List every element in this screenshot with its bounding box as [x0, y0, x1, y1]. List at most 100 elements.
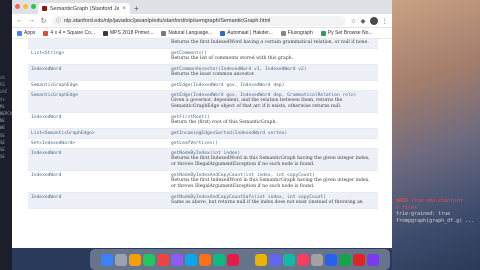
return-type-cell — [28, 39, 168, 49]
bookmark-item[interactable]: 4 x 4 = Square Co... — [43, 30, 95, 36]
method-cell: getLeafVertices() — [168, 138, 378, 149]
return-type-cell: IndexedWord — [28, 170, 168, 193]
return-type-link[interactable]: SemanticGraphEdge — [31, 93, 78, 98]
method-row: SemanticGraphEdge getEdge(IndexedWord gov… — [28, 90, 378, 113]
method-cell: getComments() Returns the list of comment… — [168, 48, 378, 65]
return-type-link[interactable]: IndexedWord — [31, 151, 61, 156]
return-type-link[interactable]: IndexedWord — [31, 67, 61, 72]
bookmark-label: Automaat | Hakder... — [227, 30, 273, 36]
bookmark-item[interactable]: Fluxograph — [280, 30, 313, 36]
zoom-window-button[interactable] — [31, 4, 36, 9]
dock-app-icon[interactable] — [143, 253, 155, 266]
desktop-background — [392, 0, 480, 270]
bookmark-item[interactable]: Natural Language... — [161, 30, 212, 36]
method-row: SemanticGraphEdge getEdge(IndexedWord gov… — [28, 80, 378, 91]
bookmark-favicon-icon — [43, 30, 49, 36]
method-row: Returns the first IndexedWord having a c… — [28, 39, 378, 49]
browser-toolbar: ← → ↻ ⓘ nlp.stanford.edu/nlp/javadoc/jav… — [12, 14, 392, 28]
background-text-line: NEPCh — [0, 111, 12, 117]
method-description: Returns the first IndexedWord having a c… — [171, 40, 369, 45]
return-type-link[interactable]: IndexedWord — [31, 115, 61, 120]
method-cell: getFirstRoot() Return the (first) root of… — [168, 112, 378, 129]
method-row: List<SemanticGraphEdge> getIncomingEdgesS… — [28, 128, 378, 139]
method-signature-link[interactable]: getLeafVertices() — [171, 141, 375, 146]
bookmark-item[interactable]: MPS 2018 Primer... — [103, 30, 153, 36]
method-description: Return the (first) root of this Semantic… — [171, 120, 277, 125]
forward-arrow-icon[interactable]: → — [28, 17, 35, 24]
dock-app-icon[interactable] — [213, 253, 225, 266]
background-text-line: chC — [0, 89, 8, 95]
back-arrow-icon[interactable]: ← — [16, 17, 23, 24]
bookmark-item[interactable]: Apps — [17, 30, 35, 36]
menu-icon[interactable]: ⋮ — [382, 17, 389, 25]
background-text-line: SE — [0, 139, 5, 145]
bookmark-favicon-icon — [280, 30, 286, 36]
close-window-button[interactable] — [15, 4, 20, 9]
star-icon[interactable]: ☆ — [351, 17, 357, 25]
tab-semantic-graph[interactable]: SemanticGraph (Stanford Jav... × — [38, 3, 130, 14]
method-signature-link[interactable]: getIncomingEdgesSorted(IndexedWord verte… — [171, 131, 375, 136]
method-signature-link[interactable]: getEdge(IndexedWord gov, IndexedWord dep… — [171, 83, 375, 88]
method-description: Returns the first IndexedWord in this Se… — [171, 178, 370, 189]
dock-app-icon[interactable] — [185, 253, 197, 266]
new-tab-button[interactable]: + — [134, 3, 139, 14]
dock-app-icon[interactable] — [101, 253, 113, 266]
return-type-link[interactable]: Set<IndexedWord> — [31, 141, 75, 146]
window-controls — [15, 4, 36, 9]
bookmark-item[interactable]: Py Set Browse No... — [320, 30, 373, 36]
dock-app-icon[interactable] — [297, 253, 309, 266]
close-tab-icon[interactable]: × — [122, 6, 126, 12]
return-type-cell: SemanticGraphEdge — [28, 90, 168, 113]
url-text: nlp.stanford.edu/nlp/javadoc/javanlp/edu… — [64, 17, 271, 24]
dock-app-icon[interactable] — [283, 253, 295, 266]
toolbar-icons: ☆ ◆ ⋮ — [351, 16, 389, 25]
method-row: IndexedWord getNodeByIndex(int index) Retu… — [28, 148, 378, 171]
minimize-window-button[interactable] — [23, 4, 28, 9]
reload-icon[interactable]: ↻ — [40, 17, 47, 25]
return-type-cell: List<SemanticGraphEdge> — [28, 128, 168, 139]
profile-avatar[interactable] — [369, 16, 378, 25]
stanford-favicon-icon — [42, 6, 47, 11]
return-type-link[interactable]: List<String> — [31, 51, 64, 56]
dock-app-icon[interactable] — [325, 253, 337, 266]
method-description: Same as above, but returns null if the i… — [171, 200, 363, 205]
return-type-link[interactable]: List<SemanticGraphEdge> — [31, 131, 95, 136]
bookmark-label: Apps — [24, 30, 36, 36]
dock-app-icon[interactable] — [241, 253, 253, 266]
return-type-cell: IndexedWord — [28, 64, 168, 81]
info-icon[interactable]: ⓘ — [56, 17, 61, 24]
dock-app-icon[interactable] — [227, 253, 239, 266]
bookmark-item[interactable]: Automaat | Hakder... — [220, 30, 273, 36]
dock-app-icon[interactable] — [115, 253, 127, 266]
return-type-link[interactable]: IndexedWord — [31, 195, 61, 200]
return-type-link[interactable]: SemanticGraphEdge — [31, 83, 78, 88]
dock-app-icon[interactable] — [311, 253, 323, 266]
address-bar[interactable]: ⓘ nlp.stanford.edu/nlp/javadoc/javanlp/e… — [52, 15, 346, 26]
dock-app-icon[interactable] — [353, 253, 365, 266]
background-text-line: ch — [0, 75, 5, 80]
extension-icon[interactable]: ◆ — [361, 17, 366, 25]
dock-app-icon[interactable] — [255, 253, 267, 266]
method-cell: getNodeByIndexAndCopyCountSafe(int index… — [168, 192, 378, 209]
dock-app-icon[interactable] — [129, 253, 141, 266]
method-row: IndexedWord getFirstRoot() Return the (fir… — [28, 112, 378, 129]
return-type-link[interactable]: IndexedWord — [31, 173, 61, 178]
method-cell: getCommonAncestor(IndexedWord v1, Indexe… — [168, 64, 378, 81]
method-cell: Returns the first IndexedWord having a c… — [168, 39, 378, 49]
bookmark-label: Fluxograph — [287, 30, 313, 36]
method-summary-table: Returns the first IndexedWord having a c… — [28, 39, 378, 209]
background-window-text: ch FG chC ts Mi NEPCh NE WE SE SE SE SE — [0, 74, 12, 160]
background-text-line: Mi — [0, 103, 5, 109]
dock — [90, 249, 390, 270]
dock-app-icon[interactable] — [157, 253, 169, 266]
bookmark-favicon-icon — [320, 30, 326, 36]
dock-app-icon[interactable] — [199, 253, 211, 266]
method-cell: getNodeByIndexAndCopyCount(int index, in… — [168, 170, 378, 193]
method-description: Returns the least common ancestor. — [171, 72, 255, 77]
bookmarks-bar: Apps 4 x 4 = Square Co... MPS 2018 Primer.… — [12, 28, 392, 39]
dock-app-icon[interactable] — [367, 253, 379, 266]
dock-app-icon[interactable] — [339, 253, 351, 266]
dock-app-icon[interactable] — [269, 253, 281, 266]
bookmark-favicon-icon — [220, 30, 226, 36]
dock-app-icon[interactable] — [171, 253, 183, 266]
